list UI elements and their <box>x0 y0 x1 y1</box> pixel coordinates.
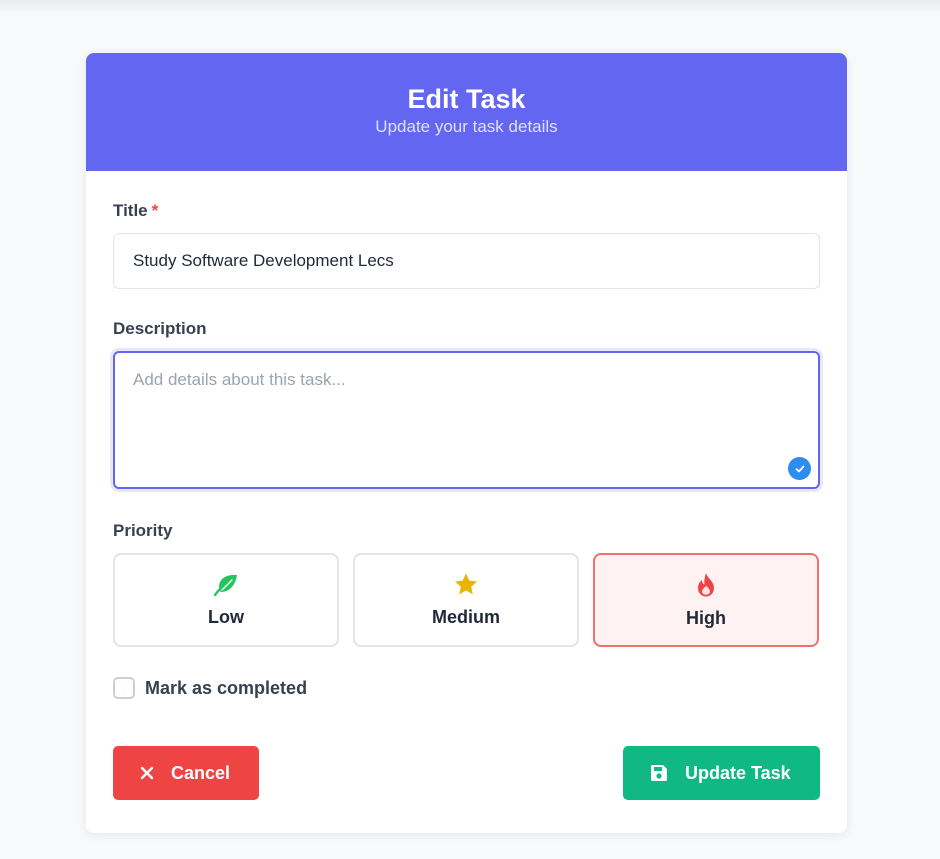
required-marker: * <box>151 201 159 220</box>
cancel-label: Cancel <box>171 762 231 783</box>
priority-high-label: High <box>686 607 726 628</box>
leaf-icon <box>213 574 237 596</box>
update-task-button[interactable]: Update Task <box>623 746 820 800</box>
grammar-check-icon[interactable] <box>788 457 811 480</box>
priority-low-button[interactable]: Low <box>113 553 339 647</box>
completed-row: Mark as completed <box>113 677 820 699</box>
save-icon <box>651 765 667 781</box>
completed-label[interactable]: Mark as completed <box>145 678 307 699</box>
title-input[interactable]: Study Software Development Lecs <box>113 233 820 289</box>
fire-icon <box>698 572 714 596</box>
priority-label: Priority <box>113 521 173 540</box>
cancel-button[interactable]: Cancel <box>113 746 259 800</box>
priority-low-label: Low <box>208 606 244 627</box>
completed-checkbox[interactable] <box>113 677 135 699</box>
page-title: Edit Task <box>407 84 526 114</box>
priority-medium-label: Medium <box>431 607 500 627</box>
star-icon <box>455 573 477 595</box>
update-task-label: Update Task <box>685 762 791 783</box>
form-body: Title * Study Software Development Lecs D… <box>86 171 847 800</box>
description-label: Description <box>113 319 207 338</box>
priority-options: Low Medium High <box>113 553 820 647</box>
close-icon <box>140 766 154 780</box>
edit-task-card: Edit Task Update your task details Title… <box>86 53 847 833</box>
form-actions: Cancel Update Task <box>113 746 820 800</box>
page-subtitle: Update your task details <box>375 117 558 136</box>
priority-high-button[interactable]: High <box>593 553 819 647</box>
card-header: Edit Task Update your task details <box>86 53 847 171</box>
title-label: Title * <box>113 201 159 220</box>
priority-medium-button[interactable]: Medium <box>353 553 579 647</box>
browser-top-shadow <box>0 0 940 14</box>
description-placeholder: Add details about this task... <box>133 370 346 389</box>
description-textarea[interactable]: Add details about this task... <box>113 351 820 489</box>
